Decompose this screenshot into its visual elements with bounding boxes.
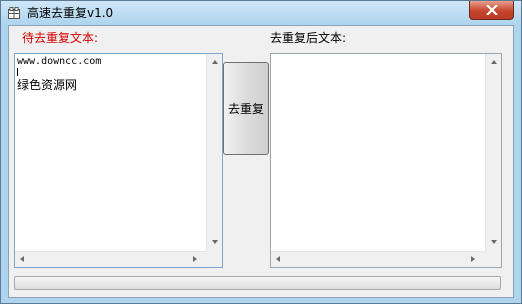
source-text-line-2: 绿色资源网 bbox=[17, 78, 78, 92]
source-scroll-corner bbox=[206, 251, 222, 267]
result-textarea[interactable] bbox=[270, 53, 502, 268]
source-textarea[interactable]: www.downcc.com 绿色资源网 bbox=[14, 53, 223, 268]
result-text-label: 去重复后文本: bbox=[270, 31, 347, 45]
source-horizontal-scrollbar[interactable] bbox=[15, 251, 206, 267]
text-caret bbox=[17, 68, 18, 76]
dedup-button[interactable]: 去重复 bbox=[223, 62, 269, 155]
scroll-right-icon[interactable] bbox=[193, 256, 197, 262]
result-horizontal-scrollbar[interactable] bbox=[271, 251, 485, 267]
source-text-line-1: www.downcc.com bbox=[17, 56, 102, 67]
scroll-left-icon[interactable] bbox=[276, 256, 280, 262]
scroll-right-icon[interactable] bbox=[471, 256, 475, 262]
title-bar[interactable]: 高速去重复v1.0 bbox=[1, 1, 521, 25]
scroll-down-icon[interactable] bbox=[491, 240, 497, 244]
app-window: 高速去重复v1.0 待去重复文本: 去重复后文本: www.downcc.com… bbox=[0, 0, 522, 304]
close-button[interactable] bbox=[469, 1, 514, 20]
app-icon bbox=[8, 7, 20, 19]
source-vertical-scrollbar[interactable] bbox=[206, 54, 222, 251]
client-area: 待去重复文本: 去重复后文本: www.downcc.com 绿色资源网 去重复 bbox=[8, 25, 514, 298]
scroll-left-icon[interactable] bbox=[20, 256, 24, 262]
source-text-label: 待去重复文本: bbox=[22, 31, 99, 45]
result-vertical-scrollbar[interactable] bbox=[485, 54, 501, 251]
close-icon bbox=[486, 5, 498, 15]
window-title: 高速去重复v1.0 bbox=[27, 6, 114, 20]
progress-bar bbox=[14, 276, 501, 290]
scroll-down-icon[interactable] bbox=[212, 240, 218, 244]
scroll-up-icon[interactable] bbox=[491, 60, 497, 64]
scroll-up-icon[interactable] bbox=[212, 60, 218, 64]
result-scroll-corner bbox=[485, 251, 501, 267]
